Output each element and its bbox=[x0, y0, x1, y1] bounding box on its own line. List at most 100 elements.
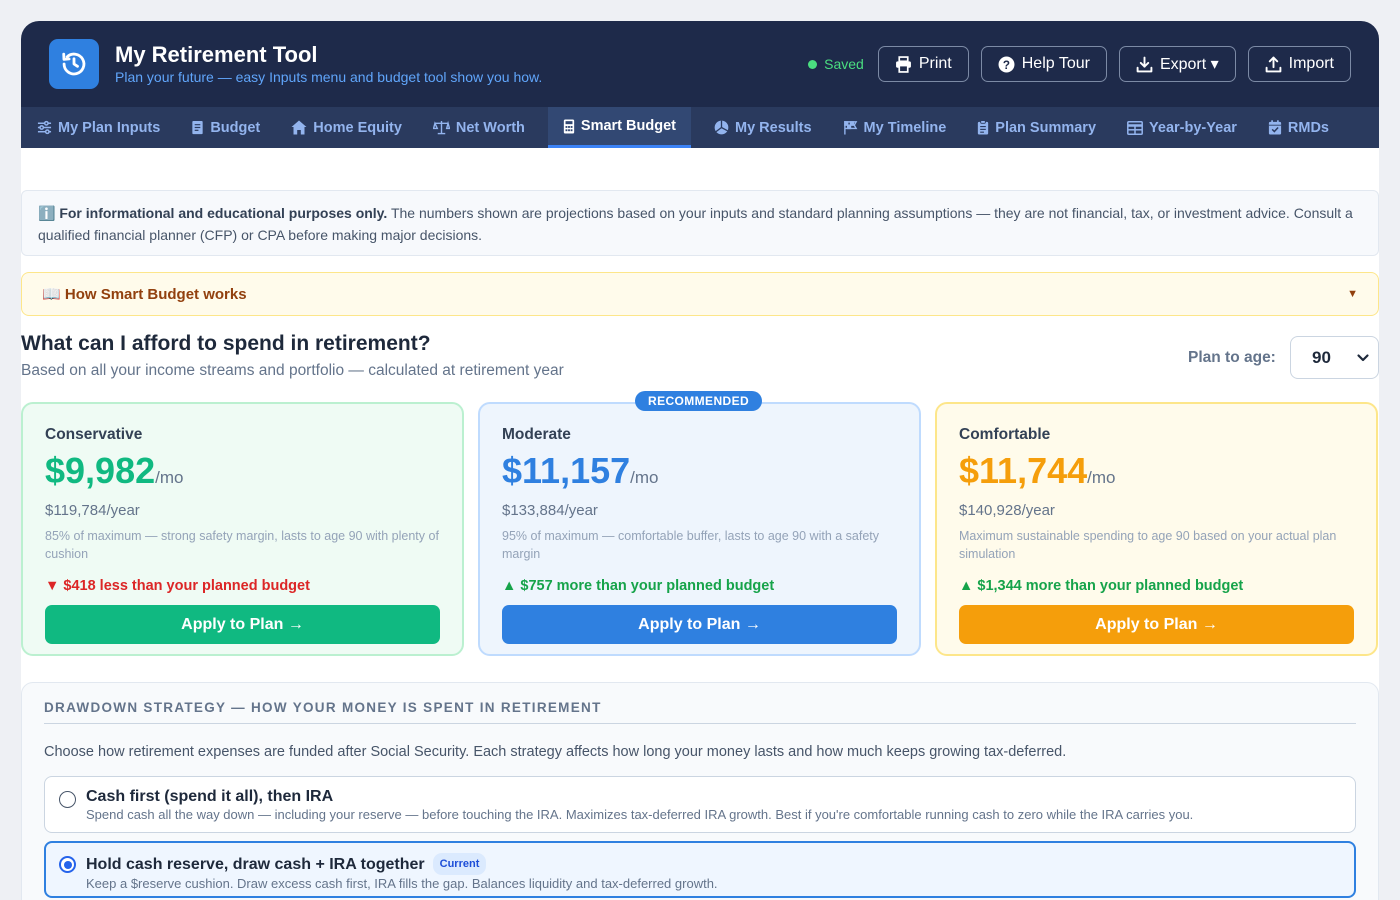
monthly-amount: $9,982 bbox=[45, 450, 156, 491]
card-name: Conservative bbox=[45, 426, 143, 443]
printer-icon bbox=[895, 55, 911, 73]
apply-to-plan-button[interactable]: Apply to Plan → bbox=[502, 605, 897, 644]
tab-label: My Timeline bbox=[863, 119, 947, 136]
chevron-down-icon: ▼ bbox=[1347, 288, 1358, 300]
yearly-amount: $119,784/year bbox=[45, 502, 140, 519]
tab-plan-summary[interactable]: Plan Summary bbox=[969, 107, 1104, 148]
apply-to-plan-button[interactable]: Apply to Plan → bbox=[959, 605, 1354, 644]
clipboard-icon bbox=[978, 120, 989, 135]
radio-button-selected[interactable] bbox=[59, 856, 76, 873]
card-amount: $11,157/mo bbox=[502, 450, 897, 500]
tab-label: My Plan Inputs bbox=[58, 119, 161, 136]
export-button[interactable]: Export ▾ bbox=[1118, 46, 1236, 82]
tab-label: Year-by-Year bbox=[1149, 119, 1237, 136]
option-description: Spend cash all the way down — including … bbox=[86, 807, 1194, 822]
tab-label: Net Worth bbox=[455, 119, 525, 136]
option-description: Keep a $reserve cushion. Draw excess cas… bbox=[86, 876, 718, 891]
tab-my-timeline[interactable]: My Timeline bbox=[835, 107, 955, 148]
apply-to-plan-button[interactable]: Apply to Plan → bbox=[45, 605, 440, 644]
calendar-check-icon bbox=[1268, 120, 1281, 135]
tab-label: Smart Budget bbox=[580, 118, 676, 134]
import-button[interactable]: Import bbox=[1247, 46, 1351, 82]
strategy-option-hold-reserve[interactable]: Hold cash reserve, draw cash + IRA toget… bbox=[44, 841, 1356, 898]
per-month-label: /mo bbox=[1087, 468, 1116, 487]
svg-text:?: ? bbox=[1003, 58, 1010, 71]
tab-budget[interactable]: Budget bbox=[183, 107, 268, 148]
card-description: 85% of maximum — strong safety margin, l… bbox=[45, 529, 439, 561]
saved-dot-icon bbox=[808, 59, 818, 69]
upload-icon bbox=[1265, 56, 1282, 72]
radio-button[interactable] bbox=[59, 791, 76, 808]
receipt-icon bbox=[192, 120, 203, 135]
plan-age-value: 90 bbox=[1312, 347, 1331, 367]
table-icon bbox=[1127, 120, 1143, 135]
strategy-option-cash-first[interactable]: Cash first (spend it all), then IRA Spen… bbox=[44, 776, 1356, 833]
app-window: My Retirement Tool Plan your future — ea… bbox=[21, 21, 1379, 900]
scale-icon bbox=[432, 120, 450, 135]
info-icon: ℹ️ bbox=[38, 205, 56, 221]
tab-label: My Results bbox=[734, 119, 812, 136]
book-icon: 📖 bbox=[42, 286, 61, 303]
plan-age-select[interactable]: 90 bbox=[1290, 336, 1379, 379]
print-button[interactable]: Print bbox=[877, 46, 969, 82]
card-description: 95% of maximum — comfortable buffer, las… bbox=[502, 529, 880, 561]
monthly-amount: $11,744 bbox=[959, 450, 1088, 491]
yearly-amount: $133,884/year bbox=[502, 502, 598, 519]
conservative-card: Conservative $9,982/mo $119,784/year 85%… bbox=[21, 402, 464, 656]
tab-label: Plan Summary bbox=[995, 119, 1097, 136]
card-description: Maximum sustainable spending to age 90 b… bbox=[959, 529, 1337, 561]
how-it-works-label: How Smart Budget works bbox=[64, 286, 247, 303]
tab-label: RMDs bbox=[1287, 119, 1329, 136]
tab-label: Budget bbox=[210, 119, 261, 136]
help-tour-label: Help Tour bbox=[1021, 55, 1090, 72]
card-name: Comfortable bbox=[959, 426, 1051, 443]
budget-difference: ▼ $418 less than your planned budget bbox=[45, 578, 310, 594]
chart-pie-icon bbox=[714, 120, 729, 135]
saved-label: Saved bbox=[824, 56, 864, 72]
disclaimer-bold: For informational and educational purpos… bbox=[59, 205, 388, 221]
card-name: Moderate bbox=[502, 426, 571, 443]
nav-tabs: My Plan Inputs Budget Home Equity Net Wo… bbox=[21, 107, 1379, 148]
option-title: Cash first (spend it all), then IRA bbox=[86, 788, 334, 805]
tab-rmds[interactable]: RMDs bbox=[1260, 107, 1337, 148]
card-amount: $11,744/mo bbox=[959, 450, 1354, 500]
question-circle-icon: ? bbox=[998, 56, 1015, 72]
app-title: My Retirement Tool bbox=[115, 42, 318, 67]
comfortable-card: Comfortable $11,744/mo $140,928/year Max… bbox=[935, 402, 1378, 656]
drawdown-title: DRAWDOWN STRATEGY — HOW YOUR MONEY IS SP… bbox=[44, 700, 1356, 724]
import-label: Import bbox=[1288, 55, 1334, 72]
tab-label: Home Equity bbox=[313, 119, 402, 136]
yearly-amount: $140,928/year bbox=[959, 502, 1055, 519]
saved-status: Saved bbox=[808, 56, 864, 72]
print-label: Print bbox=[918, 55, 952, 72]
budget-difference: ▲ $1,344 more than your planned budget bbox=[959, 578, 1244, 594]
drawdown-description: Choose how retirement expenses are funde… bbox=[44, 744, 1067, 760]
page-title: What can I afford to spend in retirement… bbox=[21, 332, 431, 355]
disclaimer-banner: ℹ️ For informational and educational pur… bbox=[21, 190, 1379, 256]
plan-age-label: Plan to age: bbox=[1188, 349, 1276, 366]
how-smart-budget-works-toggle[interactable]: 📖 How Smart Budget works ▼ bbox=[21, 272, 1379, 316]
flag-icon bbox=[843, 120, 857, 135]
house-icon bbox=[291, 120, 307, 135]
export-label: Export ▾ bbox=[1159, 56, 1219, 73]
tab-home-equity[interactable]: Home Equity bbox=[283, 107, 410, 148]
card-amount: $9,982/mo bbox=[45, 450, 440, 500]
tab-year-by-year[interactable]: Year-by-Year bbox=[1119, 107, 1245, 148]
tab-my-plan-inputs[interactable]: My Plan Inputs bbox=[29, 107, 168, 148]
drawdown-strategy-panel: DRAWDOWN STRATEGY — HOW YOUR MONEY IS SP… bbox=[21, 682, 1379, 900]
chevron-down-icon bbox=[1357, 354, 1369, 362]
option-title-row: Hold cash reserve, draw cash + IRA toget… bbox=[86, 853, 1354, 875]
calculator-icon bbox=[563, 118, 575, 134]
per-month-label: /mo bbox=[630, 468, 659, 487]
page-subtitle: Based on all your income streams and por… bbox=[21, 362, 564, 379]
budget-difference: ▲ $757 more than your planned budget bbox=[502, 578, 775, 594]
option-title: Hold cash reserve, draw cash + IRA toget… bbox=[86, 856, 425, 873]
recommended-badge: RECOMMENDED bbox=[635, 391, 763, 411]
help-tour-button[interactable]: ? Help Tour bbox=[980, 46, 1107, 82]
app-subtitle: Plan your future — easy Inputs menu and … bbox=[115, 69, 543, 85]
tab-my-results[interactable]: My Results bbox=[706, 107, 820, 148]
tab-net-worth[interactable]: Net Worth bbox=[425, 107, 533, 148]
moderate-card: RECOMMENDED Moderate $11,157/mo $133,884… bbox=[478, 391, 921, 656]
history-logo-icon bbox=[49, 39, 99, 89]
tab-smart-budget[interactable]: Smart Budget bbox=[547, 107, 691, 148]
